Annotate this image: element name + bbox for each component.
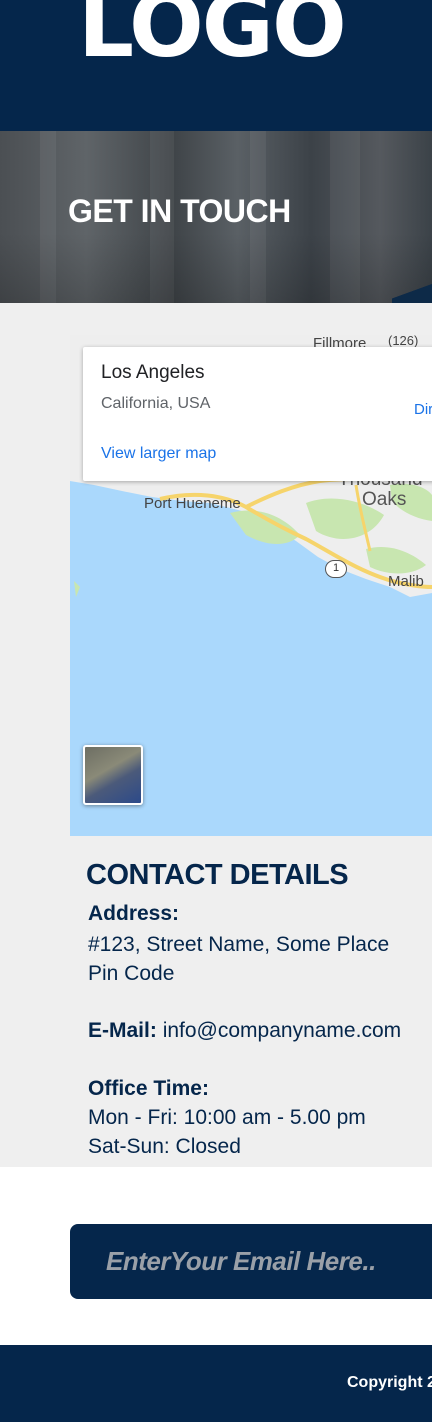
email-value[interactable]: info@companyname.com [163,1019,401,1042]
satellite-view-toggle[interactable] [83,745,143,805]
map-place-title: Los Angeles [101,362,205,383]
directions-link[interactable]: Dir [414,401,432,418]
address-line-1: #123, Street Name, Some Place [88,933,390,956]
view-larger-map-link[interactable]: View larger map [101,445,216,463]
map-place-subtitle: California, USA [101,395,211,412]
office-time-weekend: Sat-Sun: Closed [88,1135,241,1158]
logo[interactable]: LOGO [78,0,347,70]
office-time-weekdays: Mon - Fri: 10:00 am - 5.00 pm [88,1106,366,1129]
embedded-map[interactable]: Fillmore (126) Thousand Oaks Port Huenem… [70,335,432,836]
contact-section: Fillmore (126) Thousand Oaks Port Huenem… [0,303,432,1167]
office-time-label: Office Time: [88,1077,209,1100]
page-title: GET IN TOUCH [68,193,291,229]
copyright-text: Copyright 2 [347,1374,432,1391]
contact-details-heading: CONTACT DETAILS [86,859,349,891]
site-footer: Copyright 2 [0,1345,432,1422]
email-label: E-Mail: [88,1019,157,1042]
newsletter-email-input[interactable] [70,1224,432,1299]
address-label: Address: [88,902,180,925]
map-label-port-hueneme: Port Hueneme [144,495,241,512]
address-line-2: Pin Code [88,962,175,985]
route-1-badge: 1 [325,560,347,578]
map-info-card: Los Angeles California, USA Dir View lar… [83,347,432,481]
map-label-malibu: Malib [388,573,424,590]
hero-banner: GET IN TOUCH [0,131,432,303]
site-header: LOGO [0,0,432,131]
email-row: E-Mail: info@companyname.com [88,1016,401,1045]
map-label-oaks: Oaks [362,489,407,510]
